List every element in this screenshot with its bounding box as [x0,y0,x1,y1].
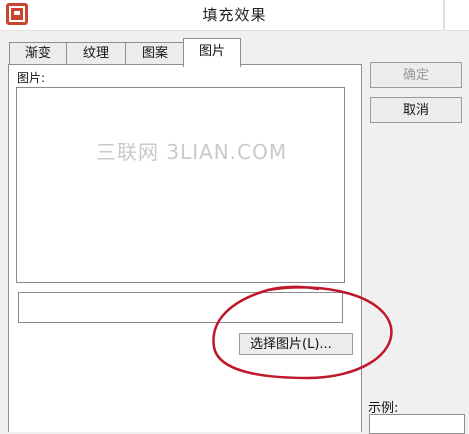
ok-button[interactable]: 确定 [370,62,462,88]
annotation-circle [212,285,393,380]
tab-gradient[interactable]: 渐变 [9,42,67,65]
cancel-button[interactable]: 取消 [370,97,462,123]
title-bar: 填充效果 [0,0,469,31]
watermark-text: 三联网 3LIAN.COM [96,140,288,164]
tab-texture[interactable]: 纹理 [66,42,126,65]
tab-picture[interactable]: 图片 [183,38,241,67]
tab-pattern[interactable]: 图案 [125,42,185,65]
close-button[interactable] [435,0,469,30]
window-title: 填充效果 [202,6,267,24]
picture-preview [16,87,345,283]
sample-preview [369,414,465,434]
picture-label: 图片: [17,71,46,85]
